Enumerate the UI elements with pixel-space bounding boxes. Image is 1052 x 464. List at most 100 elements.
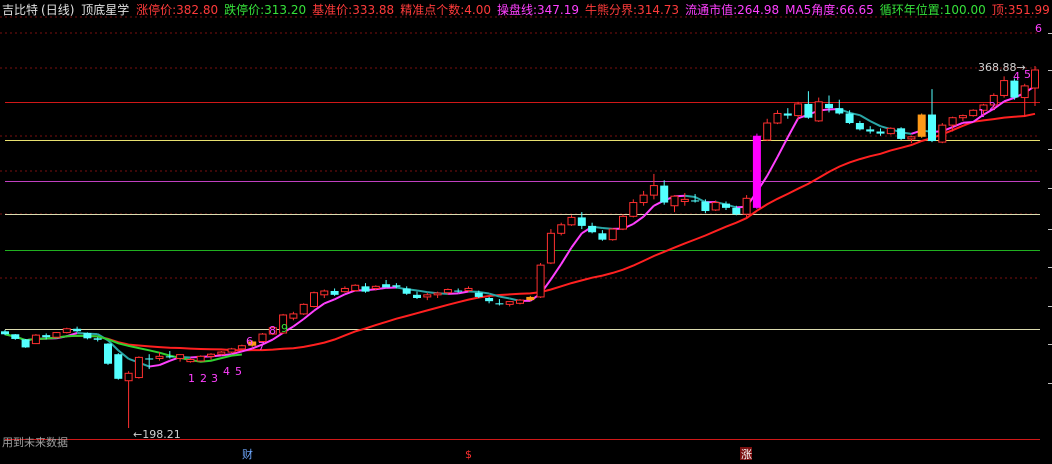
candle[interactable] [763,118,772,142]
candle[interactable] [742,195,751,218]
indicator-name[interactable]: 顶底星学 [81,3,129,17]
candle[interactable] [886,127,895,135]
candle[interactable] [134,356,143,379]
candle[interactable] [330,288,339,296]
candle[interactable] [907,135,916,144]
period-label[interactable]: (日线) [41,3,74,17]
candle-body [413,294,421,299]
candle[interactable] [773,110,782,125]
candle[interactable] [73,326,82,332]
candle[interactable] [557,222,566,236]
candle[interactable] [629,199,638,218]
indicator-field-label: 涨停价: [136,3,177,17]
candle[interactable] [588,222,597,234]
candle[interactable] [402,286,411,295]
candle[interactable] [310,291,318,308]
candle-body [237,345,246,350]
candle[interactable] [608,228,617,241]
candle[interactable] [11,334,20,340]
candle[interactable] [299,303,308,315]
candle[interactable] [567,215,576,226]
candle[interactable] [464,286,473,292]
candle[interactable] [289,311,298,321]
candle[interactable] [196,355,205,362]
candle[interactable] [176,354,185,362]
candle[interactable] [835,99,844,115]
kline-chart-window[interactable]: ←198.21 368.88→ 用到未来数据 6 1 2 3 4 5 6 7 8 9 1 2 4 5 财 $ 涨 吉比… [0,0,1052,464]
candle[interactable] [217,351,226,356]
candle[interactable] [804,91,813,119]
candle[interactable] [660,180,669,205]
candle[interactable] [505,301,514,307]
candle[interactable] [495,299,504,306]
indicator-field-label: 牛熊分界: [585,3,638,17]
candle[interactable] [814,97,823,122]
candle[interactable] [969,109,978,117]
candle[interactable] [670,195,679,213]
candle[interactable] [361,283,370,293]
candle[interactable] [783,108,792,119]
candle[interactable] [928,89,936,143]
candle[interactable] [938,123,947,144]
candle[interactable] [114,353,123,380]
candle[interactable] [207,353,215,360]
candle[interactable] [536,263,545,299]
candle[interactable] [639,190,648,206]
candle[interactable] [619,214,627,231]
candle-body [11,334,20,339]
ma-short-segment [550,263,563,280]
indicator-field-value: 347.19 [537,3,580,17]
candle[interactable] [21,338,30,348]
candle[interactable] [1020,83,1029,117]
candle[interactable] [485,296,494,304]
candle-body [114,354,123,379]
chart-canvas[interactable]: ←198.21368.88→用到未来数据61 2 34 56 78 9124 5财 $ 涨 [0,0,1052,464]
ma-short-segment [149,364,160,368]
candle[interactable] [722,201,730,210]
candle[interactable] [423,292,432,301]
candle[interactable] [52,331,61,338]
candle[interactable] [752,133,761,209]
candle[interactable] [382,279,391,288]
candle[interactable] [876,128,885,136]
candle[interactable] [1031,66,1039,107]
candle[interactable] [104,343,112,365]
candle-body [299,303,308,315]
candle[interactable] [227,347,236,354]
candle[interactable] [649,173,658,200]
candle-body [835,108,844,114]
stock-title[interactable]: 吉比特 [2,3,38,17]
indicator-field-value: 100.00 [943,3,986,17]
indicator-field-value: 66.65 [839,3,874,17]
candle[interactable] [866,126,875,134]
candle[interactable] [516,299,524,305]
candle-body [557,224,566,234]
candle-body [371,285,380,289]
candle-body [52,332,61,338]
candle[interactable] [958,114,967,121]
indicator-field: MA5角度:66.65 [785,3,877,17]
candle[interactable] [31,334,40,345]
candle[interactable] [413,291,421,300]
candle-body [392,285,401,287]
scale-tick [1048,149,1052,150]
candle[interactable] [546,229,555,265]
candle[interactable] [917,113,926,138]
candle[interactable] [340,286,349,293]
candle-body [897,128,906,139]
candle[interactable] [124,371,133,428]
candle[interactable] [351,284,360,292]
candle-body [361,286,370,292]
candle-body [1020,85,1029,99]
candle[interactable] [855,120,864,131]
candle[interactable] [1000,76,1009,98]
candle[interactable] [237,344,246,350]
candle[interactable] [897,127,906,140]
candlestick-series[interactable] [1,66,1039,428]
candle[interactable] [320,289,329,299]
candle[interactable] [598,230,607,241]
candle[interactable] [62,327,71,334]
ma-short-segment [766,156,779,177]
candle[interactable] [83,332,92,340]
sequence-digit: 6 [246,335,253,348]
